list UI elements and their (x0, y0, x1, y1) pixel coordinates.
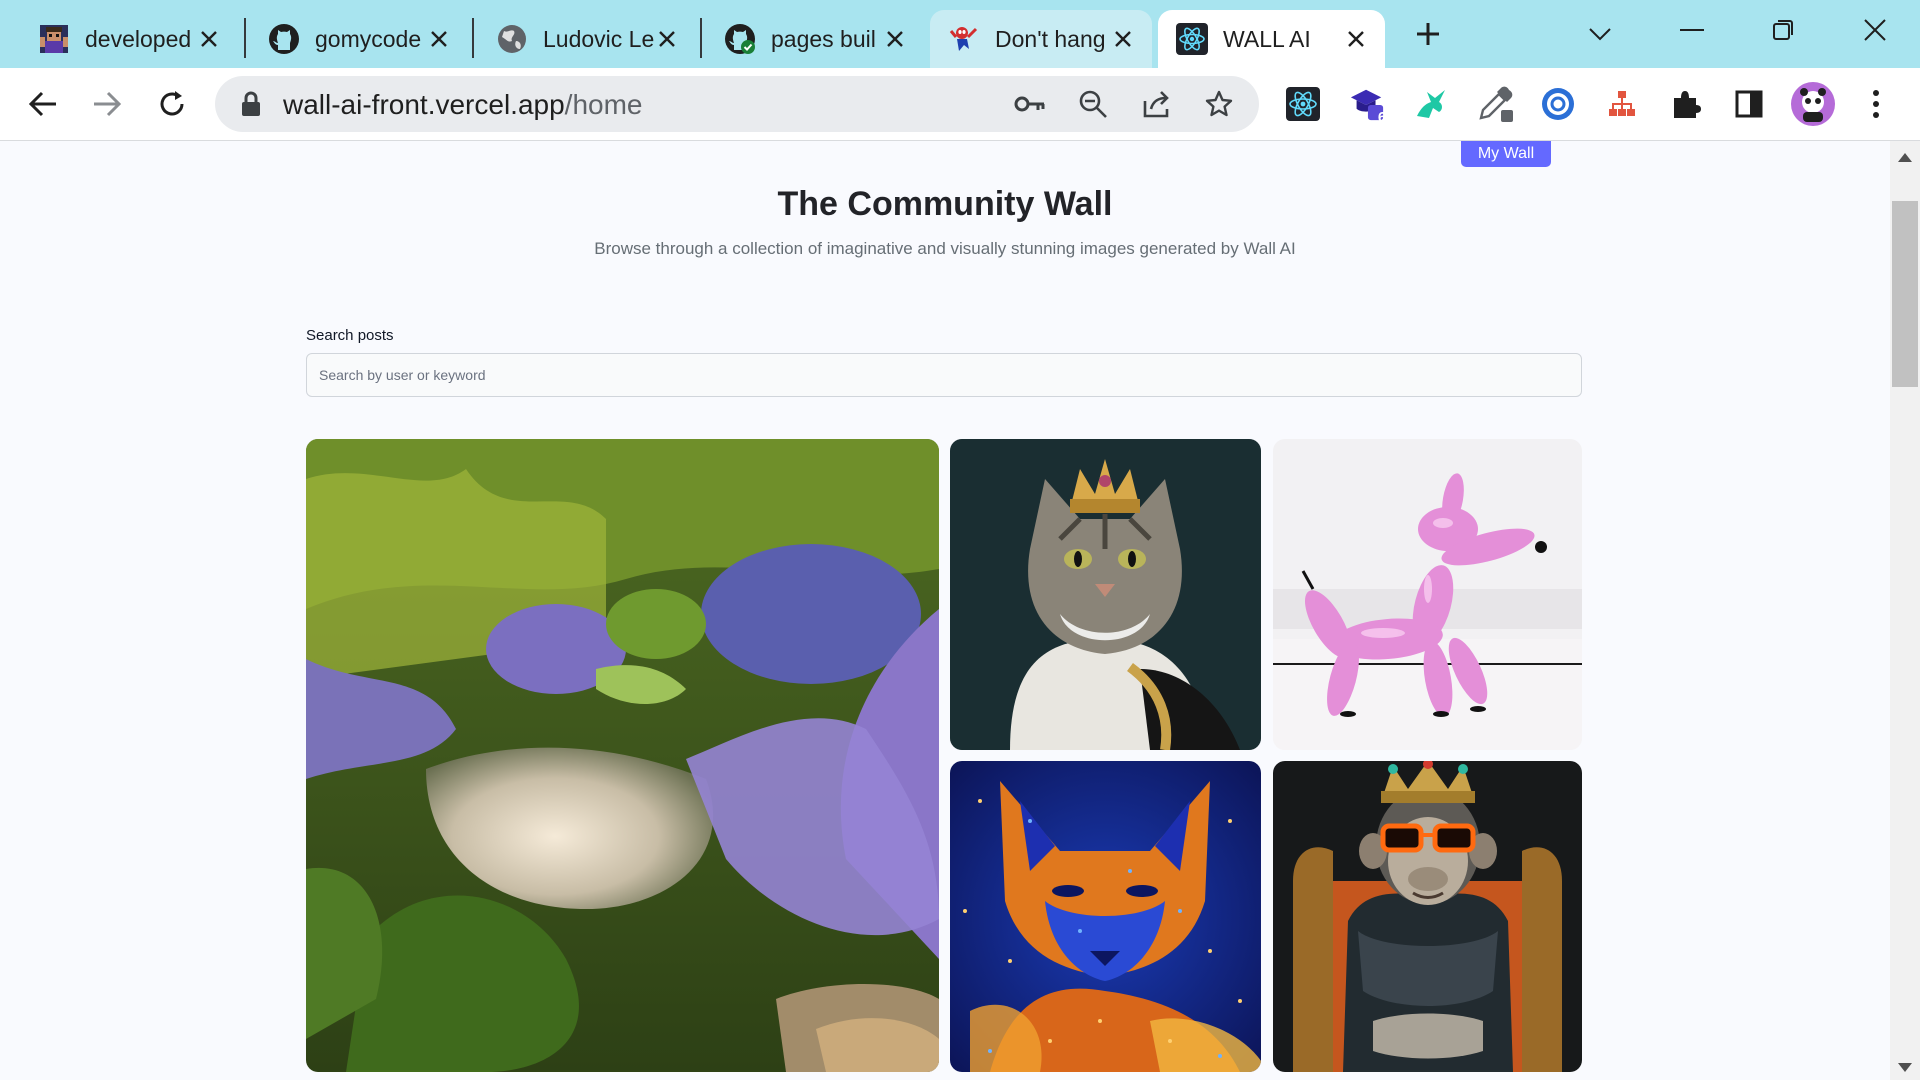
tab-strip: developed gomycode Ludovic Le pages buil (0, 0, 1920, 68)
page-viewport: My Wall The Community Wall Browse throug… (0, 141, 1890, 1080)
page-subtitle: Browse through a collection of imaginati… (594, 239, 1296, 258)
cat-image (950, 439, 1261, 750)
tab-wall-ai[interactable]: WALL AI (1158, 10, 1385, 68)
tab-title: Don't hang (995, 25, 1106, 52)
gallery-card-balloon-dog[interactable] (1273, 439, 1582, 750)
tab-title: developed (85, 25, 192, 52)
my-wall-button[interactable]: My Wall (1461, 141, 1551, 167)
gallery-card-fox[interactable] (950, 761, 1261, 1072)
close-tab-icon[interactable] (1110, 26, 1136, 52)
react-icon (1176, 23, 1208, 55)
reload-button[interactable] (152, 84, 192, 124)
bookmark-star-icon[interactable] (1203, 88, 1235, 120)
tab-search-chevron-icon[interactable] (1580, 14, 1620, 54)
tab-separator (472, 18, 474, 58)
zoom-out-icon[interactable] (1077, 88, 1109, 120)
fox-image (950, 761, 1261, 1072)
restore-window-icon[interactable] (1763, 10, 1803, 50)
close-tab-icon[interactable] (196, 26, 222, 52)
monkey-image (1273, 761, 1582, 1072)
side-panel-icon[interactable] (1731, 86, 1767, 122)
new-tab-button[interactable] (1408, 14, 1448, 54)
key-icon[interactable] (1014, 88, 1046, 120)
github-check-icon (724, 23, 756, 55)
scroll-down-arrow-icon[interactable] (1898, 1063, 1912, 1072)
back-button[interactable] (23, 84, 63, 124)
url-host: wall-ai-front.vercel.app (283, 89, 565, 120)
garden-image (306, 439, 939, 1072)
tab-separator (244, 18, 246, 58)
tab-gomycode[interactable]: gomycode (250, 10, 468, 68)
gallery-card-monkey[interactable] (1273, 761, 1582, 1072)
tab-title: Ludovic Le (543, 25, 654, 52)
minimize-window-icon[interactable] (1672, 10, 1712, 50)
gallery-card-cat[interactable] (950, 439, 1261, 750)
browser-toolbar: wall-ai-front.vercel.app/home 6 (0, 68, 1920, 141)
extension-badge-count: 6 (1377, 109, 1387, 126)
github-icon (268, 23, 300, 55)
tab-separator (700, 18, 702, 58)
pixel-avatar-icon (38, 23, 70, 55)
balloon-dog-image (1273, 439, 1582, 750)
page-scrollbar[interactable] (1890, 141, 1920, 1080)
tab-title: WALL AI (1223, 25, 1311, 52)
url-path: /home (564, 89, 643, 120)
tab-dont-hang[interactable]: Don't hang (930, 10, 1152, 68)
profile-avatar[interactable] (1791, 82, 1835, 126)
close-tab-icon[interactable] (882, 26, 908, 52)
react-devtools-extension-icon[interactable] (1285, 86, 1321, 122)
search-input[interactable] (306, 353, 1582, 397)
tab-title: gomycode (315, 25, 422, 52)
tab-developed[interactable]: developed (20, 10, 238, 68)
forward-button[interactable] (87, 84, 127, 124)
url-text[interactable]: wall-ai-front.vercel.app/home (283, 89, 643, 121)
search-label: Search posts (306, 327, 394, 344)
page-title: The Community Wall (777, 185, 1113, 223)
address-bar[interactable]: wall-ai-front.vercel.app/home (215, 76, 1259, 132)
extensions-puzzle-icon[interactable] (1668, 86, 1704, 122)
more-menu-icon[interactable] (1858, 86, 1894, 122)
close-tab-icon[interactable] (654, 26, 680, 52)
tab-pages-build[interactable]: pages buil (706, 10, 924, 68)
tab-ludovic[interactable]: Ludovic Le (478, 10, 696, 68)
globe-icon (496, 23, 528, 55)
close-tab-icon[interactable] (1343, 26, 1369, 52)
tab-title: pages buil (771, 25, 876, 52)
scrollbar-thumb[interactable] (1892, 201, 1918, 387)
gallery-card-garden[interactable] (306, 439, 939, 1072)
spiderman-icon (948, 23, 980, 55)
at-sign-extension-icon[interactable] (1540, 86, 1576, 122)
dragon-extension-icon[interactable] (1413, 86, 1449, 122)
scroll-up-arrow-icon[interactable] (1898, 153, 1912, 162)
share-icon[interactable] (1140, 88, 1172, 120)
close-window-icon[interactable] (1855, 10, 1895, 50)
lock-icon[interactable] (239, 90, 263, 118)
close-tab-icon[interactable] (426, 26, 452, 52)
sitemap-extension-icon[interactable] (1604, 86, 1640, 122)
eyedropper-extension-icon[interactable] (1477, 86, 1513, 122)
